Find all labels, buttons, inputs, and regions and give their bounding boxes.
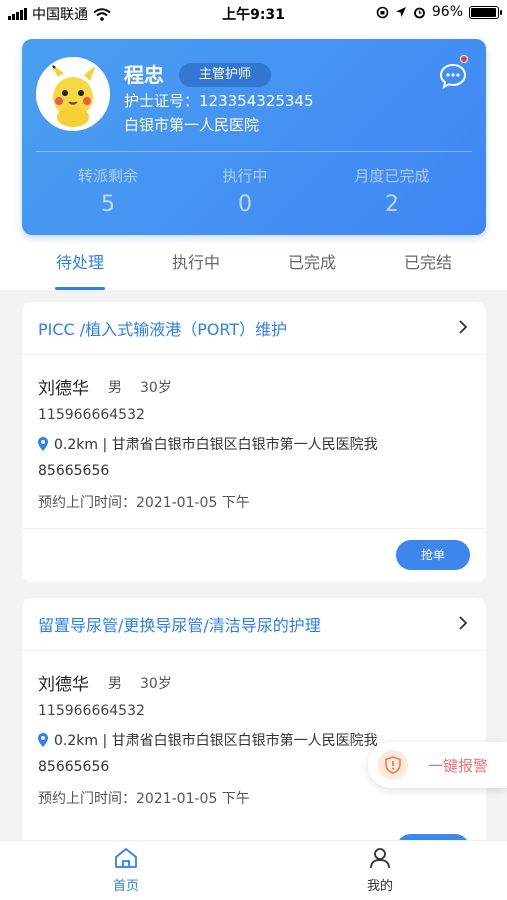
message-icon[interactable] bbox=[438, 61, 468, 91]
nav-label: 首页 bbox=[112, 879, 139, 894]
appointment-time: 预约上门时间：2021-01-05 下午 bbox=[38, 791, 250, 807]
stat-label: 转派剩余 bbox=[77, 167, 138, 185]
patient-address[interactable]: 0.2km | 甘肃省白银市白银区白银市第一人民医院我 bbox=[38, 730, 378, 750]
emergency-alert-button[interactable]: 一键报警 bbox=[368, 742, 507, 788]
patient-age: 30岁 bbox=[140, 676, 172, 692]
nurse-name: 程忠 bbox=[124, 63, 164, 87]
chevron-right-icon[interactable] bbox=[458, 616, 468, 630]
stat-value: 2 bbox=[385, 192, 399, 217]
tab-active-indicator bbox=[55, 287, 105, 290]
appointment-time: 预约上门时间：2021-01-05 下午 bbox=[38, 495, 250, 511]
avatar-pikachu-image bbox=[38, 59, 108, 129]
address-text: 0.2km | 甘肃省白银市白银区白银市第一人民医院我 bbox=[54, 437, 378, 453]
nav-profile[interactable]: 我的 bbox=[340, 847, 420, 894]
nav-label: 我的 bbox=[366, 879, 393, 894]
location-pin-icon bbox=[38, 733, 48, 747]
tab-pending[interactable]: 待处理 bbox=[22, 250, 138, 290]
tab-closed[interactable]: 已完结 bbox=[370, 250, 486, 290]
patient-age: 30岁 bbox=[140, 380, 172, 396]
tab-completed[interactable]: 已完成 bbox=[254, 250, 370, 290]
divider bbox=[22, 528, 486, 529]
order-tabs: 待处理 执行中 已完成 已完结 bbox=[22, 250, 486, 290]
battery-percent: 96% bbox=[431, 4, 463, 20]
order-card[interactable]: PICC /植入式输液港（PORT）维护 刘德华 男 30岁 115966664… bbox=[22, 302, 486, 582]
patient-phone[interactable]: 115966664532 bbox=[38, 407, 145, 423]
status-bar: 中国联通 上午9:31 96% bbox=[0, 0, 507, 26]
avatar[interactable] bbox=[36, 57, 110, 131]
order-title[interactable]: 留置导尿管/更换导尿管/清洁导尿的护理 bbox=[38, 612, 321, 636]
unread-badge bbox=[460, 55, 468, 63]
address-continued: 85665656 bbox=[38, 759, 110, 775]
role-badge: 主管护师 bbox=[179, 63, 272, 87]
card-divider bbox=[36, 151, 472, 152]
grab-order-button[interactable]: 抢单 bbox=[396, 540, 470, 570]
patient-address[interactable]: 0.2km | 甘肃省白银市白银区白银市第一人民医院我 bbox=[38, 434, 378, 454]
nav-home[interactable]: 首页 bbox=[86, 847, 166, 894]
stat-transfer-remaining[interactable]: 转派剩余 5 bbox=[38, 165, 178, 217]
orientation-lock-icon bbox=[376, 6, 389, 18]
tab-label: 待处理 bbox=[55, 253, 104, 272]
divider bbox=[22, 650, 486, 651]
cert-number: 护士证号：123354325345 bbox=[124, 92, 314, 110]
home-icon bbox=[115, 848, 137, 868]
alarm-icon bbox=[413, 7, 425, 18]
divider bbox=[22, 354, 486, 355]
stat-label: 月度已完成 bbox=[354, 167, 430, 185]
patient-gender: 男 bbox=[108, 380, 122, 396]
battery-icon bbox=[469, 5, 502, 19]
emergency-alert-label: 一键报警 bbox=[428, 756, 489, 775]
stat-label: 执行中 bbox=[222, 167, 268, 185]
stat-monthly-completed[interactable]: 月度已完成 2 bbox=[322, 165, 462, 217]
tab-label: 已完结 bbox=[403, 253, 452, 272]
location-pin-icon bbox=[38, 437, 48, 451]
hospital-name: 白银市第一人民医院 bbox=[124, 116, 260, 134]
patient-gender: 男 bbox=[108, 676, 122, 692]
stat-value: 0 bbox=[238, 192, 252, 217]
tab-label: 已完成 bbox=[287, 253, 336, 272]
shield-alert-icon bbox=[378, 750, 408, 780]
chevron-right-icon[interactable] bbox=[458, 320, 468, 334]
order-card[interactable]: 留置导尿管/更换导尿管/清洁导尿的护理 刘德华 男 30岁 1159666645… bbox=[22, 598, 486, 864]
stat-value: 5 bbox=[101, 192, 115, 217]
tab-label: 执行中 bbox=[171, 253, 220, 272]
stat-in-progress[interactable]: 执行中 0 bbox=[175, 165, 315, 217]
address-text: 0.2km | 甘肃省白银市白银区白银市第一人民医院我 bbox=[54, 733, 378, 749]
patient-name: 刘德华 bbox=[38, 379, 89, 399]
bottom-nav: 首页 我的 bbox=[0, 840, 507, 900]
order-title[interactable]: PICC /植入式输液港（PORT）维护 bbox=[38, 316, 287, 340]
location-icon bbox=[395, 7, 406, 17]
patient-phone[interactable]: 115966664532 bbox=[38, 703, 145, 719]
patient-name: 刘德华 bbox=[38, 675, 89, 695]
address-continued: 85665656 bbox=[38, 463, 110, 479]
profile-card: 程忠 主管护师 护士证号：123354325345 白银市第一人民医院 转派剩余… bbox=[22, 39, 486, 235]
user-icon bbox=[370, 848, 390, 869]
tab-in-progress[interactable]: 执行中 bbox=[138, 250, 254, 290]
